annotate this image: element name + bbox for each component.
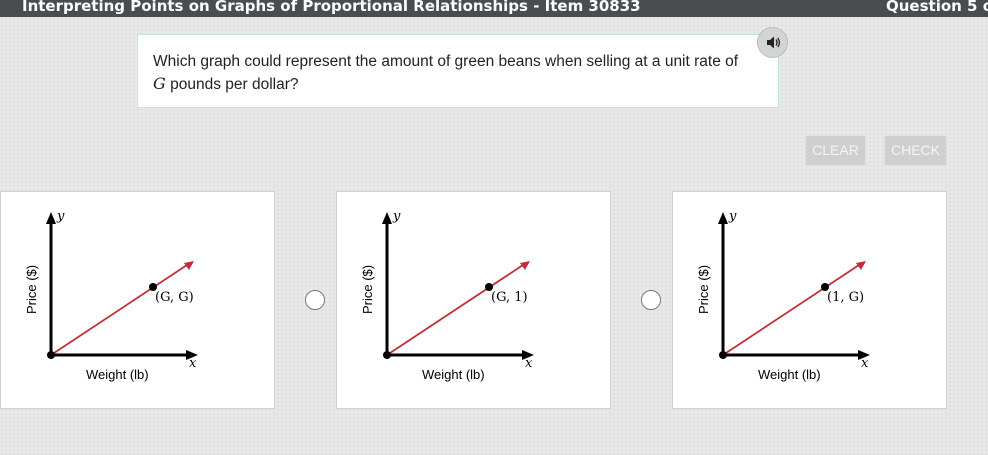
x-axis-label: Weight (lb) bbox=[422, 367, 485, 382]
variable-g: G bbox=[153, 74, 166, 93]
x-variable: x bbox=[189, 356, 197, 371]
origin-point bbox=[383, 351, 391, 359]
page-title: Interpreting Points on Graphs of Proport… bbox=[22, 0, 641, 15]
point-label: (G, G) bbox=[155, 290, 194, 305]
y-axis-arrow bbox=[718, 212, 728, 224]
answer-choice-2[interactable]: (G, 1) y x Weight (lb) Price ($) bbox=[336, 191, 611, 409]
question-counter: Question 5 of bbox=[886, 0, 988, 15]
clear-button[interactable]: CLEAR bbox=[804, 134, 867, 167]
question-box: Which graph could represent the amount o… bbox=[137, 34, 779, 108]
x-axis-label: Weight (lb) bbox=[758, 367, 821, 382]
audio-button[interactable] bbox=[757, 27, 788, 58]
title-bar: Interpreting Points on Graphs of Proport… bbox=[0, 0, 988, 17]
proportional-line bbox=[386, 264, 524, 356]
answer-choice-3[interactable]: (1, G) y x Weight (lb) Price ($) bbox=[672, 191, 947, 409]
graph-choice-3: (1, G) y x Weight (lb) Price ($) bbox=[696, 209, 870, 382]
y-variable: y bbox=[728, 209, 737, 224]
point-label: (G, 1) bbox=[491, 290, 528, 305]
y-variable: y bbox=[56, 209, 65, 224]
y-axis-label: Price ($) bbox=[360, 265, 375, 314]
y-axis-arrow bbox=[382, 212, 392, 224]
proportional-line bbox=[50, 264, 188, 356]
y-axis-label: Price ($) bbox=[696, 265, 711, 314]
radio-choice-3[interactable] bbox=[641, 290, 661, 310]
x-variable: x bbox=[861, 356, 869, 371]
graph-choice-2: (G, 1) y x Weight (lb) Price ($) bbox=[360, 209, 534, 382]
graph-choice-1: (G, G) y x Weight (lb) Price ($) bbox=[24, 209, 198, 382]
point-label: (1, G) bbox=[827, 290, 864, 305]
x-axis-label: Weight (lb) bbox=[86, 367, 149, 382]
x-variable: x bbox=[525, 356, 533, 371]
proportional-line bbox=[722, 264, 860, 356]
y-axis-label: Price ($) bbox=[24, 265, 39, 314]
check-button[interactable]: CHECK bbox=[883, 134, 948, 167]
question-text: Which graph could represent the amount o… bbox=[153, 53, 739, 93]
radio-choice-2[interactable] bbox=[305, 290, 325, 310]
y-variable: y bbox=[392, 209, 401, 224]
y-axis-arrow bbox=[46, 212, 56, 224]
speaker-icon bbox=[767, 36, 781, 49]
origin-point bbox=[719, 351, 727, 359]
origin-point bbox=[47, 351, 55, 359]
answer-choice-1[interactable]: (G, G) y x Weight (lb) Price ($) bbox=[0, 191, 275, 409]
